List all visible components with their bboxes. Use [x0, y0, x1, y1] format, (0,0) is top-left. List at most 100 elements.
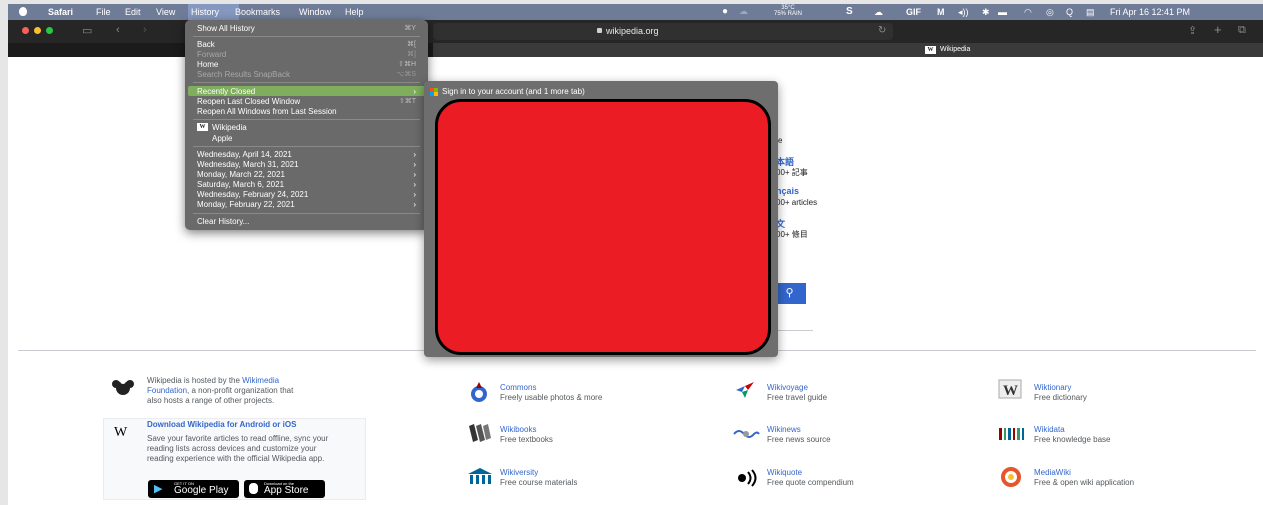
- project-commons-desc: Freely usable photos & more: [500, 393, 603, 402]
- menu-item-home[interactable]: Home: [197, 60, 218, 69]
- minimize-window-button[interactable]: [34, 27, 41, 34]
- menu-history[interactable]: History: [191, 7, 219, 17]
- menu-bar: Safari File Edit View History Bookmarks …: [8, 4, 1263, 20]
- forward-arrow-icon[interactable]: ›: [143, 24, 147, 36]
- project-wikiquote-link[interactable]: Wikiquote: [767, 468, 802, 477]
- footer-about: Wikipedia is hosted by the Wikimedia Fou…: [147, 376, 297, 406]
- app-download-desc: Save your favorite articles to read offl…: [147, 434, 329, 463]
- wikivoyage-logo-icon: [736, 382, 754, 398]
- new-tab-icon[interactable]: +: [1214, 22, 1222, 37]
- menu-item-history-apple[interactable]: Apple: [212, 134, 232, 143]
- menu-item-reopen-all-windows[interactable]: Reopen All Windows from Last Session: [197, 107, 337, 116]
- menu-separator: [193, 119, 420, 120]
- menu-item-recently-closed[interactable]: Recently Closed: [197, 87, 255, 96]
- shortcut-home: ⇧⌘H: [398, 61, 416, 68]
- skype-icon[interactable]: S: [846, 6, 853, 17]
- cloud-icon[interactable]: ☁: [874, 7, 883, 18]
- lock-icon: [597, 28, 602, 33]
- menu-item-date-feb-24[interactable]: Wednesday, February 24, 2021: [197, 190, 308, 199]
- wikipedia-favicon-icon: W: [197, 123, 208, 131]
- reload-icon[interactable]: ↻: [878, 25, 886, 36]
- project-wikivoyage-link[interactable]: Wikivoyage: [767, 383, 808, 392]
- microsoft-logo-icon: [430, 88, 438, 96]
- project-wikinews-link[interactable]: Wikinews: [767, 425, 801, 434]
- weather-icon[interactable]: ☁: [739, 6, 748, 17]
- menu-item-date-mar-6[interactable]: Saturday, March 6, 2021: [197, 180, 284, 189]
- search-icon: ⚲: [785, 287, 794, 299]
- project-wikiversity-link[interactable]: Wikiversity: [500, 468, 538, 477]
- project-commons-link[interactable]: Commons: [500, 383, 536, 392]
- project-wikidata-link[interactable]: Wikidata: [1034, 425, 1065, 434]
- chevron-right-icon: ›: [413, 150, 416, 159]
- menu-item-history-wikipedia[interactable]: Wikipedia: [212, 123, 247, 132]
- project-mediawiki-link[interactable]: MediaWiki: [1034, 468, 1071, 477]
- sidebar-icon[interactable]: ▭: [82, 24, 92, 37]
- share-icon[interactable]: ⇪: [1188, 24, 1197, 37]
- wikibooks-logo-icon: [469, 424, 491, 442]
- volume-icon[interactable]: ◂)): [958, 7, 969, 18]
- menu-item-date-mar-31[interactable]: Wednesday, March 31, 2021: [197, 160, 299, 169]
- google-play-button[interactable]: ▶ GET IT ON Google Play: [148, 480, 239, 498]
- wikinews-logo-icon: [733, 430, 760, 438]
- close-window-button[interactable]: [22, 27, 29, 34]
- shortcut-snapback: ⌥⌘S: [396, 71, 416, 78]
- menu-separator: [193, 213, 420, 214]
- lang-count-japanese: 00+ 記事: [776, 168, 808, 177]
- menu-help[interactable]: Help: [345, 7, 364, 17]
- battery-icon[interactable]: ▬: [998, 7, 1007, 17]
- address-bar[interactable]: [433, 23, 893, 40]
- menu-item-search-results-snapback: Search Results SnapBack: [197, 70, 290, 79]
- menu-item-reopen-last-closed-window[interactable]: Reopen Last Closed Window: [197, 97, 300, 106]
- menu-app-safari[interactable]: Safari: [48, 7, 73, 17]
- app-download-title[interactable]: Download Wikipedia for Android or iOS: [147, 420, 296, 430]
- chevron-right-icon: ›: [413, 170, 416, 179]
- app-store-label: App Store: [264, 485, 309, 496]
- project-wikiquote-desc: Free quote compendium: [767, 478, 854, 487]
- menu-item-date-mar-22[interactable]: Monday, March 22, 2021: [197, 170, 285, 179]
- menu-item-show-all-history[interactable]: Show All History: [197, 24, 255, 33]
- zoom-window-button[interactable]: [46, 27, 53, 34]
- tab-wikipedia[interactable]: [433, 43, 1263, 57]
- clock[interactable]: Fri Apr 16 12:41 PM: [1110, 7, 1190, 17]
- menu-separator: [193, 82, 420, 83]
- submenu-item-sign-in[interactable]: Sign in to your account (and 1 more tab): [442, 87, 585, 96]
- gif-icon[interactable]: GIF: [906, 7, 921, 17]
- menu-item-back[interactable]: Back: [197, 40, 215, 49]
- chevron-right-icon: ›: [413, 180, 416, 189]
- project-wiktionary-link[interactable]: Wiktionary: [1034, 383, 1071, 392]
- weather-widget[interactable]: 35°C 75% RAIN: [774, 5, 802, 17]
- apple-menu-icon[interactable]: [19, 7, 27, 16]
- chevron-right-icon: ›: [413, 160, 416, 169]
- record-icon[interactable]: ●: [722, 6, 728, 17]
- menu-file[interactable]: File: [96, 7, 111, 17]
- menu-window[interactable]: Window: [299, 7, 331, 17]
- menu-bookmarks[interactable]: Bookmarks: [235, 7, 280, 17]
- control-center-icon[interactable]: ◎: [1046, 7, 1054, 18]
- project-wikidata-desc: Free knowledge base: [1034, 435, 1111, 444]
- address-text: wikipedia.org: [606, 26, 659, 36]
- project-mediawiki-desc: Free & open wiki application: [1034, 478, 1135, 487]
- menu-view[interactable]: View: [156, 7, 175, 17]
- bluetooth-icon[interactable]: ✱: [982, 7, 990, 18]
- mediawiki-logo-icon: [1001, 467, 1021, 487]
- menu-item-date-apr-14[interactable]: Wednesday, April 14, 2021: [197, 150, 292, 159]
- menu-item-clear-history[interactable]: Clear History...: [197, 217, 249, 226]
- wikiquote-logo-icon: [738, 469, 757, 487]
- mail-icon[interactable]: M: [937, 7, 945, 17]
- app-store-button[interactable]: Download on the App Store: [244, 480, 325, 498]
- lang-link-french[interactable]: nçais: [776, 186, 799, 196]
- screenshot-border: [0, 0, 8, 505]
- chevron-right-icon: ›: [413, 190, 416, 199]
- menu-item-date-feb-22[interactable]: Monday, February 22, 2021: [197, 200, 295, 209]
- project-wikibooks-desc: Free textbooks: [500, 435, 553, 444]
- back-arrow-icon[interactable]: ‹: [116, 24, 120, 36]
- wikimedia-logo-icon: [112, 378, 134, 395]
- chevron-right-icon: ›: [413, 87, 416, 96]
- spotlight-icon[interactable]: Q: [1066, 7, 1073, 17]
- lang-count-1: e: [778, 136, 783, 145]
- display-icon[interactable]: ▤: [1086, 7, 1095, 18]
- project-wikibooks-link[interactable]: Wikibooks: [500, 425, 536, 434]
- wifi-icon[interactable]: ◠: [1024, 7, 1032, 18]
- menu-edit[interactable]: Edit: [125, 7, 141, 17]
- tab-overview-icon[interactable]: ⧉: [1238, 24, 1246, 37]
